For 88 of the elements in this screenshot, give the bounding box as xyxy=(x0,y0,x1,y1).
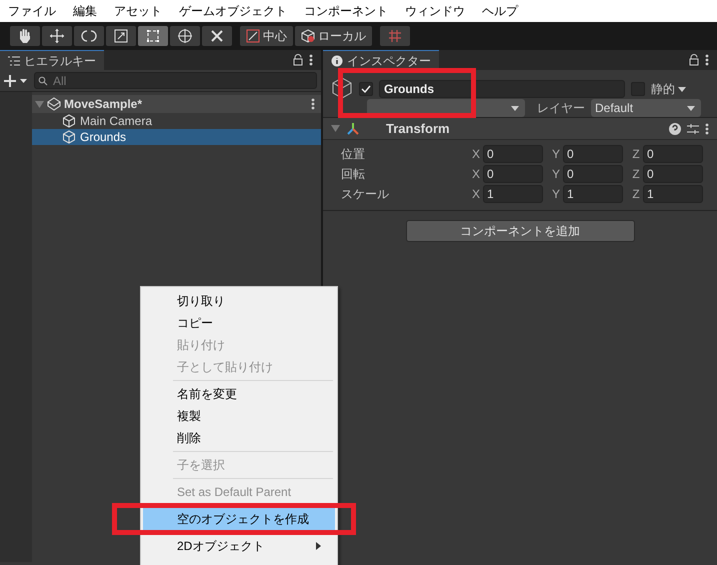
sliders-icon[interactable] xyxy=(687,122,699,134)
caret-icon xyxy=(511,106,519,110)
menu-item[interactable]: ゲームオブジェクト xyxy=(179,2,287,20)
cube-icon xyxy=(62,114,76,128)
scale-icon xyxy=(113,28,129,44)
value-field[interactable]: 0 xyxy=(483,145,543,163)
hand-icon xyxy=(17,28,33,44)
axis-label: Z xyxy=(631,146,641,163)
axis-label: X xyxy=(470,166,481,183)
scene-name: MoveSample* xyxy=(64,96,142,113)
tool-button[interactable] xyxy=(138,26,168,46)
hierarchy-item[interactable]: Grounds xyxy=(32,129,321,145)
layer-label: レイヤー xyxy=(537,100,585,117)
component-title: Transform xyxy=(386,120,451,138)
tool-button[interactable] xyxy=(170,26,200,46)
value-field[interactable]: 1 xyxy=(643,185,703,203)
menu-item[interactable]: ヘルプ xyxy=(482,2,518,20)
cube-icon xyxy=(301,29,315,43)
scene-row[interactable]: MoveSample* xyxy=(32,95,321,113)
grid-icon xyxy=(387,28,403,44)
value-field[interactable]: 0 xyxy=(643,145,703,163)
submenu-arrow-icon xyxy=(316,542,321,550)
more-icon[interactable] xyxy=(311,98,315,110)
menu-item[interactable]: 削除 xyxy=(143,427,335,449)
tool-button[interactable] xyxy=(74,26,104,46)
rotate-icon xyxy=(81,28,97,44)
transform-icon xyxy=(177,28,193,44)
value-field[interactable]: 0 xyxy=(563,145,623,163)
value-field[interactable]: 0 xyxy=(643,165,703,183)
list-icon xyxy=(8,56,20,66)
rect-tool-icon xyxy=(145,28,161,44)
menu-item[interactable]: 空のオブジェクトを作成 xyxy=(143,508,335,530)
pivot-icon xyxy=(246,29,260,43)
value-field[interactable]: 0 xyxy=(483,165,543,183)
space-button[interactable]: ローカル xyxy=(295,26,372,46)
axis-label: Y xyxy=(550,186,561,203)
search-field[interactable]: All xyxy=(34,72,317,89)
menu-item[interactable]: 複製 xyxy=(143,405,335,427)
pivot-button[interactable]: 中心 xyxy=(240,26,293,46)
cube-icon xyxy=(62,130,76,144)
menu-item[interactable]: コピー xyxy=(143,312,335,334)
tool-button[interactable] xyxy=(106,26,136,46)
axis-label: Y xyxy=(550,146,561,163)
transform-axes-icon xyxy=(346,122,360,136)
axis-label: X xyxy=(470,146,481,163)
more-icon[interactable] xyxy=(705,54,709,66)
property-label: 回転 xyxy=(341,166,366,183)
menu-item[interactable]: 名前を変更 xyxy=(143,383,335,405)
property-label: スケール xyxy=(341,186,390,203)
panel-tab[interactable]: インスペクター xyxy=(323,50,439,70)
menu-item[interactable]: 2Dオブジェクト xyxy=(143,535,335,557)
scene-icon xyxy=(47,97,61,111)
more-icon[interactable] xyxy=(705,122,709,134)
tool-button[interactable] xyxy=(10,26,40,46)
menu-item[interactable]: 編集 xyxy=(73,2,97,20)
menu-item[interactable]: ウィンドウ xyxy=(405,2,465,20)
move-icon xyxy=(49,28,65,44)
name-field[interactable]: Grounds xyxy=(379,80,625,98)
hierarchy-item[interactable]: Main Camera xyxy=(32,113,321,129)
tool-button[interactable] xyxy=(42,26,72,46)
axis-label: Z xyxy=(631,186,641,203)
value-field[interactable]: 0 xyxy=(563,165,623,183)
menu-item[interactable]: アセット xyxy=(114,2,162,20)
help-icon[interactable] xyxy=(669,122,681,134)
check-icon xyxy=(361,84,371,94)
expanded-arrow-icon[interactable] xyxy=(331,124,340,133)
caret-icon xyxy=(687,106,695,110)
menu-item[interactable]: 切り取り xyxy=(143,290,335,312)
more-icon[interactable] xyxy=(309,54,313,66)
value-field[interactable]: 1 xyxy=(563,185,623,203)
caret-icon xyxy=(678,86,686,92)
info-icon xyxy=(331,54,343,66)
tool-button[interactable] xyxy=(202,26,232,46)
menu-item[interactable]: ファイル xyxy=(8,2,56,20)
active-checkbox[interactable] xyxy=(359,82,373,96)
axis-label: X xyxy=(470,186,481,203)
value-field[interactable]: 1 xyxy=(483,185,543,203)
panel-tab[interactable]: ヒエラルキー xyxy=(0,50,104,70)
lock-icon[interactable] xyxy=(293,54,303,66)
layer-dropdown[interactable]: Default xyxy=(591,99,701,117)
property-label: 位置 xyxy=(341,146,366,163)
menu-item[interactable]: コンポーネント xyxy=(304,2,388,20)
axis-label: Z xyxy=(631,166,641,183)
static-dropdown[interactable]: 静的 xyxy=(651,80,686,98)
add-dropdown-icon[interactable] xyxy=(4,74,28,88)
axis-label: Y xyxy=(550,166,561,183)
lock-icon[interactable] xyxy=(689,54,699,66)
add-component-button[interactable]: コンポーネントを追加 xyxy=(406,220,634,242)
